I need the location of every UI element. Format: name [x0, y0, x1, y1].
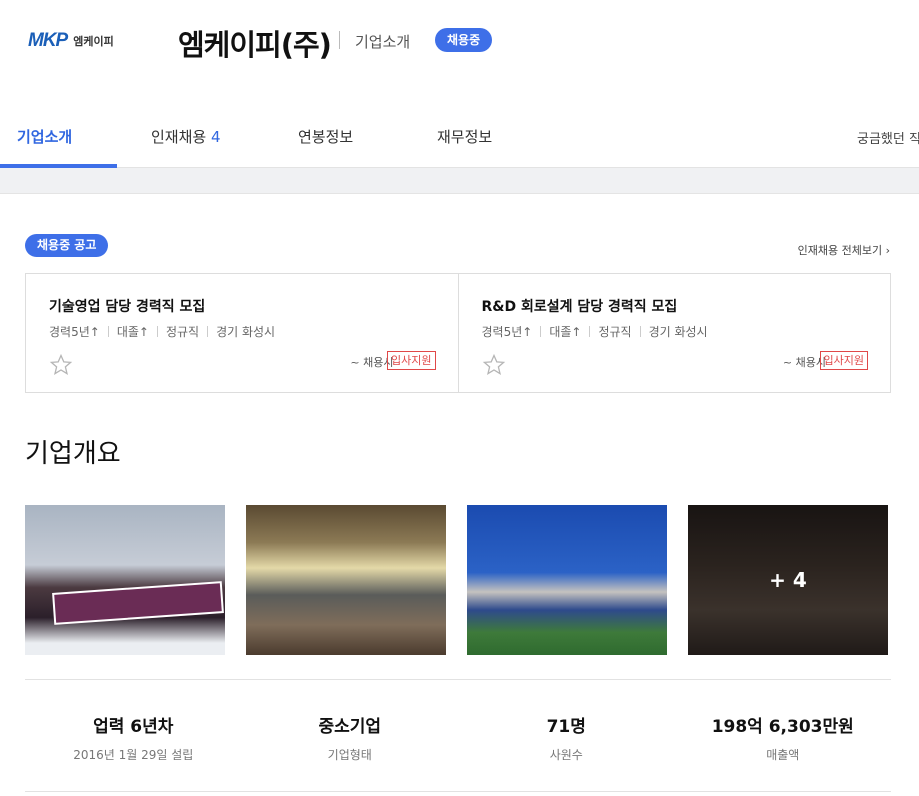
job-list: 기술영업 담당 경력직 모집 경력5년↑ 대졸↑ 정규직 경기 화성시 ~ 채용… — [25, 273, 891, 393]
company-logo[interactable]: MKP 엠케이피 — [28, 30, 114, 51]
company-photo[interactable] — [467, 505, 667, 655]
job-meta: 경력5년↑ 대졸↑ 정규직 경기 화성시 — [482, 323, 708, 340]
tab-label: 연봉정보 — [298, 128, 354, 146]
company-photo-gallery: + 4 — [25, 505, 888, 655]
chevron-right-icon: › — [885, 244, 890, 257]
stats-divider-top — [25, 679, 891, 680]
job-experience: 경력5년↑ — [481, 325, 533, 339]
tab-label: 재무정보 — [437, 128, 493, 146]
company-photo[interactable] — [25, 505, 225, 655]
stat-years-in-business: 업력 6년차 2016년 1월 29일 설립 — [25, 712, 242, 763]
job-education: 대졸↑ — [549, 325, 582, 339]
company-stats: 업력 6년차 2016년 1월 29일 설립 중소기업 기업형태 71명 사원수… — [25, 712, 891, 763]
photo-more-count: + 4 — [769, 568, 807, 592]
job-education: 대졸↑ — [116, 325, 149, 339]
meta-separator — [156, 326, 158, 337]
overview-title: 기업개요 — [25, 439, 121, 469]
stats-divider-bottom — [25, 791, 891, 792]
job-title[interactable]: R&D 회로설계 담당 경력직 모집 — [482, 296, 678, 316]
tab-salary-info[interactable]: 연봉정보 — [298, 126, 353, 147]
active-tab-indicator — [0, 164, 117, 168]
tab-company-intro[interactable]: 기업소개 — [17, 126, 72, 147]
logo-text: 엠케이피 — [73, 35, 114, 48]
stat-value: 71명 — [546, 717, 586, 737]
tab-recruitment[interactable]: 인재채용 4 — [151, 126, 221, 147]
star-icon[interactable] — [49, 353, 73, 377]
company-tabs: 기업소개 인재채용 4 연봉정보 재무정보 궁금했던 직 — [0, 82, 919, 168]
stat-employees: 71명 사원수 — [458, 712, 675, 763]
photo-banner — [52, 581, 224, 625]
job-card[interactable]: 기술영업 담당 경력직 모집 경력5년↑ 대졸↑ 정규직 경기 화성시 ~ 채용… — [26, 274, 458, 392]
view-all-label: 인재채용 전체보기 — [797, 244, 883, 257]
meta-separator — [540, 326, 542, 337]
job-meta: 경력5년↑ 대졸↑ 정규직 경기 화성시 — [49, 323, 275, 340]
job-type: 정규직 — [165, 325, 200, 339]
stat-value: 198억 6,303만원 — [711, 717, 854, 737]
stat-revenue: 198억 6,303만원 매출액 — [675, 712, 892, 763]
meta-separator — [107, 326, 109, 337]
tab-label: 인재채용 — [151, 128, 207, 146]
stat-company-type: 중소기업 기업형태 — [242, 712, 459, 763]
photo-more-overlay: + 4 — [688, 505, 888, 655]
open-jobs-badge: 채용중 공고 — [25, 234, 109, 257]
stat-label: 매출액 — [766, 748, 800, 762]
meta-separator — [639, 326, 641, 337]
logo-mark: MKP — [28, 30, 68, 51]
company-photo-more[interactable]: + 4 — [688, 505, 888, 655]
company-name: 엠케이피(주) — [178, 28, 332, 62]
hiring-status-badge: 채용중 — [435, 28, 493, 52]
stat-value: 중소기업 — [318, 717, 382, 737]
apply-button[interactable]: 입사지원 — [819, 351, 868, 370]
job-card[interactable]: R&D 회로설계 담당 경력직 모집 경력5년↑ 대졸↑ 정규직 경기 화성시 … — [457, 274, 891, 392]
tab-count: 4 — [210, 128, 221, 146]
tab-label: 기업소개 — [17, 128, 73, 146]
jobs-header: 채용중 공고 인재채용 전체보기 › — [0, 194, 919, 274]
header-divider — [339, 31, 340, 49]
apply-button[interactable]: 입사지원 — [387, 351, 436, 370]
about-link[interactable]: 기업소개 — [355, 31, 410, 52]
job-type: 정규직 — [598, 325, 632, 339]
company-photo[interactable] — [246, 505, 446, 655]
view-all-jobs-link[interactable]: 인재채용 전체보기 › — [798, 242, 890, 258]
star-icon[interactable] — [482, 353, 506, 377]
meta-separator — [589, 326, 591, 337]
stat-value: 업력 6년차 — [93, 717, 174, 737]
job-location: 경기 화성시 — [648, 325, 708, 339]
stat-label: 기업형태 — [327, 748, 372, 762]
tab-financial-info[interactable]: 재무정보 — [437, 126, 492, 147]
meta-separator — [207, 326, 209, 337]
section-spacer — [0, 168, 919, 194]
job-experience: 경력5년↑ — [49, 325, 100, 339]
tab-more[interactable]: 궁금했던 직 — [857, 128, 919, 147]
company-header: MKP 엠케이피 엠케이피(주) 기업소개 채용중 — [0, 0, 919, 82]
job-location: 경기 화성시 — [216, 325, 276, 339]
job-title[interactable]: 기술영업 담당 경력직 모집 — [49, 296, 205, 316]
stat-label: 2016년 1월 29일 설립 — [73, 748, 194, 762]
stat-label: 사원수 — [549, 748, 583, 762]
